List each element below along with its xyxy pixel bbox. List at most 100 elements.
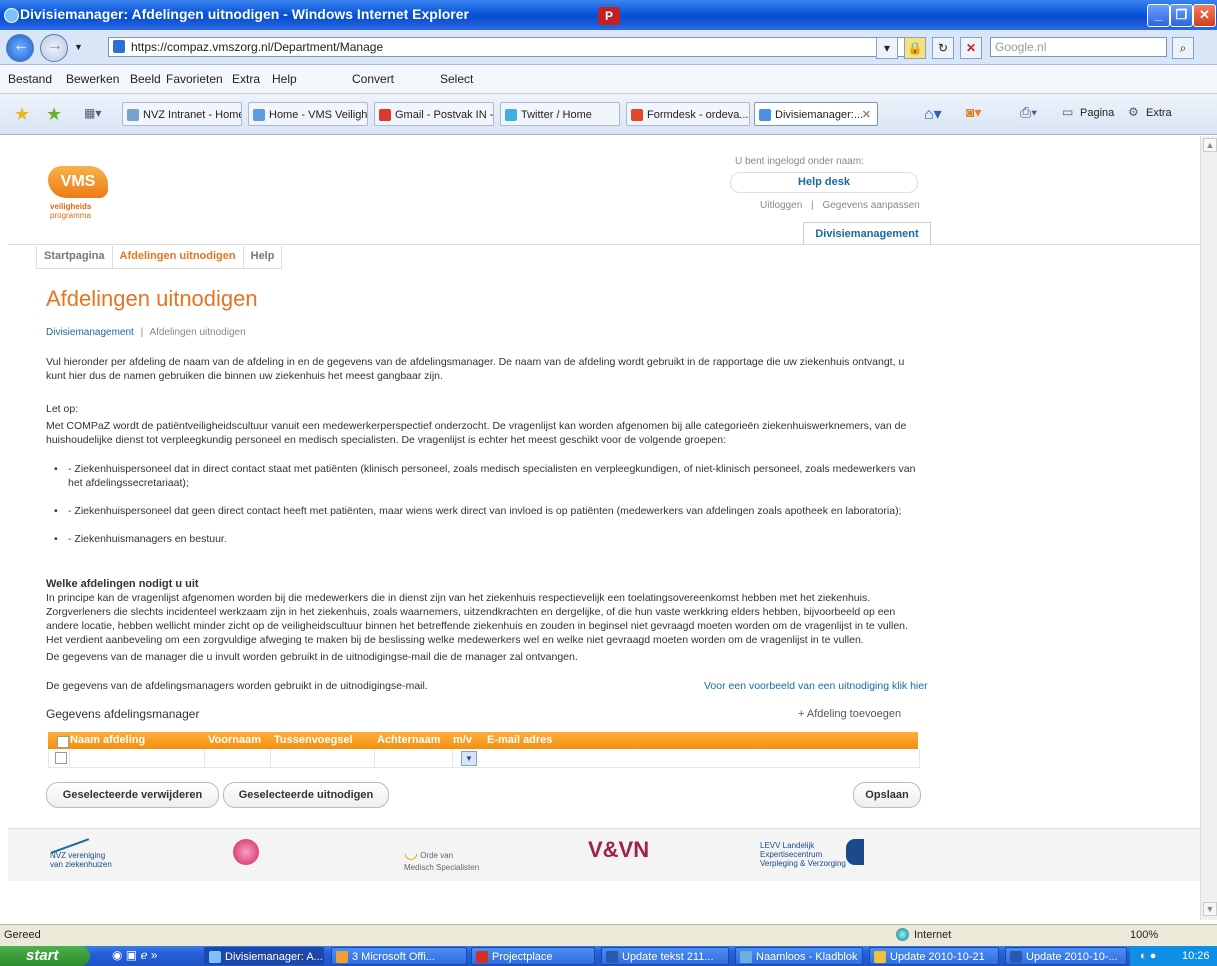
- menu-extra[interactable]: Extra: [232, 72, 260, 86]
- task-divisiemanager[interactable]: Divisiemanager: A...: [204, 947, 324, 965]
- quick-tabs-icon[interactable]: ▦▾: [84, 106, 101, 120]
- refresh-button[interactable]: ↻: [932, 37, 954, 59]
- nvz-logo[interactable]: NVZ vereniging van ziekenhuizen: [50, 838, 120, 869]
- menu-bewerken[interactable]: Bewerken: [66, 72, 119, 86]
- tab-vms[interactable]: Home - VMS Veiligh...: [248, 102, 368, 126]
- tab-formdesk[interactable]: Formdesk - ordeva...: [626, 102, 750, 126]
- task-projectplace[interactable]: Projectplace: [471, 947, 595, 965]
- status-text: Gereed: [4, 929, 41, 941]
- cell-select: [49, 749, 70, 767]
- minimize-button[interactable]: _: [1147, 4, 1170, 27]
- gear-icon[interactable]: ⚙: [1128, 105, 1139, 119]
- page-icon[interactable]: ▭: [1062, 105, 1073, 119]
- welke-heading: Welke afdelingen nodigt u uit: [46, 578, 199, 590]
- history-dropdown-icon[interactable]: ▼: [74, 42, 83, 52]
- menu-bestand[interactable]: Bestand: [8, 72, 52, 86]
- home-icon[interactable]: ⌂▾: [924, 104, 942, 124]
- breadcrumb-root[interactable]: Divisiemanagement: [46, 327, 134, 338]
- tab-nvz-intranet[interactable]: NVZ Intranet - Home: [122, 102, 242, 126]
- logo-subtitle-2: programma: [50, 211, 91, 220]
- vertical-scrollbar[interactable]: ▲ ▼: [1200, 136, 1217, 920]
- save-button[interactable]: Opslaan: [853, 782, 921, 808]
- managers-note: De gegevens van de afdelingsmanagers wor…: [46, 680, 428, 692]
- stop-button[interactable]: ✕: [960, 37, 982, 59]
- start-button[interactable]: start: [0, 946, 90, 966]
- gender-select[interactable]: ▼: [461, 751, 477, 766]
- logo-mark: VMS: [48, 166, 108, 198]
- address-dropdown-button[interactable]: ▾: [876, 37, 898, 59]
- window-title-bar[interactable]: Divisiemanager: Afdelingen uitnodigen - …: [0, 0, 1217, 30]
- scroll-down-icon[interactable]: ▼: [1203, 902, 1217, 916]
- task-update-document[interactable]: Update 2010-10-...: [1005, 947, 1127, 965]
- close-button[interactable]: ✕: [1193, 4, 1216, 27]
- levv-logo[interactable]: LEVV Landelijk Expertisecentrum Verplegi…: [760, 841, 850, 868]
- zoom-level[interactable]: 100%: [1130, 929, 1158, 941]
- achternaam-input[interactable]: [375, 749, 453, 767]
- menu-beeld[interactable]: Beeld: [130, 72, 161, 86]
- tab-twitter[interactable]: Twitter / Home: [500, 102, 620, 126]
- extra-menu[interactable]: Extra: [1146, 107, 1172, 119]
- lock-icon[interactable]: 🔒: [904, 37, 926, 59]
- tab-divisiemanagement[interactable]: Divisiemanagement: [803, 222, 931, 245]
- add-department-link[interactable]: + Afdeling toevoegen: [798, 708, 901, 720]
- address-field[interactable]: https://compaz.vmszorg.nl/Department/Man…: [108, 37, 905, 57]
- logout-link[interactable]: Uitloggen: [760, 200, 802, 211]
- list-item: - Ziekenhuispersoneel dat in direct cont…: [54, 462, 926, 490]
- col-tussenvoegsel: Tussenvoegsel: [274, 734, 353, 746]
- intro-text: Vul hieronder per afdeling de naam van d…: [46, 356, 905, 382]
- quick-launch-icons[interactable]: ◉ ▣ ℯ »: [112, 948, 158, 962]
- vvn-pink-logo[interactable]: [233, 839, 259, 865]
- nav-help[interactable]: Help: [242, 246, 283, 269]
- search-icon[interactable]: ⌕: [1172, 37, 1194, 59]
- naam-afdeling-input[interactable]: [69, 749, 205, 767]
- menu-favorieten[interactable]: Favorieten: [166, 72, 223, 86]
- tussenvoegsel-input[interactable]: [271, 749, 375, 767]
- select-button[interactable]: Select: [440, 72, 473, 86]
- select-all-checkbox[interactable]: [57, 736, 69, 748]
- search-input[interactable]: Google.nl: [990, 37, 1167, 57]
- pagina-menu[interactable]: Pagina: [1080, 107, 1114, 119]
- logo-subtitle-1: veiligheids: [50, 202, 92, 211]
- breadcrumb: Divisiemanagement | Afdelingen uitnodige…: [46, 327, 246, 338]
- nav-startpagina[interactable]: Startpagina: [36, 246, 113, 269]
- list-item: - Ziekenhuispersoneel dat geen direct co…: [54, 504, 926, 518]
- menu-help[interactable]: Help: [272, 72, 297, 86]
- venvn-logo[interactable]: V&VN: [588, 837, 649, 863]
- nav-afdelingen-uitnodigen[interactable]: Afdelingen uitnodigen: [111, 246, 244, 269]
- taskbar: start ◉ ▣ ℯ » Divisiemanager: A... 3 Mic…: [0, 946, 1217, 966]
- compaz-text: Met COMPaZ wordt de patiëntveiligheidscu…: [46, 420, 907, 446]
- col-email: E-mail adres: [487, 734, 553, 746]
- status-bar: Gereed Internet 100%: [0, 924, 1217, 946]
- print-icon[interactable]: ⎙▾: [1020, 104, 1037, 121]
- task-update-folder[interactable]: Update 2010-10-21: [869, 947, 999, 965]
- close-tab-icon[interactable]: ✕: [862, 103, 871, 125]
- separator: |: [811, 200, 814, 211]
- orde-medisch-specialisten-logo[interactable]: ◡ Orde van Medisch Specialisten: [404, 843, 484, 872]
- tab-divisiemanager[interactable]: Divisiemanager:... ✕: [754, 102, 878, 126]
- edit-details-link[interactable]: Gegevens aanpassen: [822, 200, 919, 211]
- email-input[interactable]: [485, 749, 918, 767]
- favorites-star-icon[interactable]: ★: [14, 104, 30, 125]
- voornaam-input[interactable]: [205, 749, 271, 767]
- page-content: VMS veiligheids programma U bent ingelog…: [8, 136, 1200, 920]
- address-toolbar: ← → ▼ https://compaz.vmszorg.nl/Departme…: [0, 30, 1217, 65]
- convert-button[interactable]: Convert: [352, 72, 394, 86]
- maximize-button[interactable]: ❐: [1170, 4, 1193, 27]
- window-title: Divisiemanager: Afdelingen uitnodigen - …: [20, 6, 469, 22]
- tab-gmail[interactable]: Gmail - Postvak IN -...: [374, 102, 494, 126]
- main-nav: Startpagina Afdelingen uitnodigen Help: [36, 246, 283, 269]
- task-kladblok[interactable]: Naamloos - Kladblok: [735, 947, 863, 965]
- back-button[interactable]: ←: [6, 34, 34, 62]
- task-update-tekst[interactable]: Update tekst 211...: [601, 947, 729, 965]
- url-text: https://compaz.vmszorg.nl/Department/Man…: [131, 40, 384, 54]
- tray-icons[interactable]: ◐ ●: [1140, 946, 1156, 966]
- example-invitation-link[interactable]: Voor een voorbeeld van een uitnodiging k…: [704, 680, 928, 692]
- scroll-up-icon[interactable]: ▲: [1203, 138, 1217, 152]
- delete-selected-button[interactable]: Geselecteerde verwijderen: [46, 782, 219, 808]
- page-title: Afdelingen uitnodigen: [46, 286, 258, 311]
- invite-selected-button[interactable]: Geselecteerde uitnodigen: [223, 782, 389, 808]
- feeds-icon[interactable]: ◙▾: [966, 104, 981, 121]
- forward-button[interactable]: →: [40, 34, 68, 62]
- add-favorite-icon[interactable]: ★: [46, 104, 62, 125]
- task-microsoft-office[interactable]: 3 Microsoft Offi...: [331, 947, 467, 965]
